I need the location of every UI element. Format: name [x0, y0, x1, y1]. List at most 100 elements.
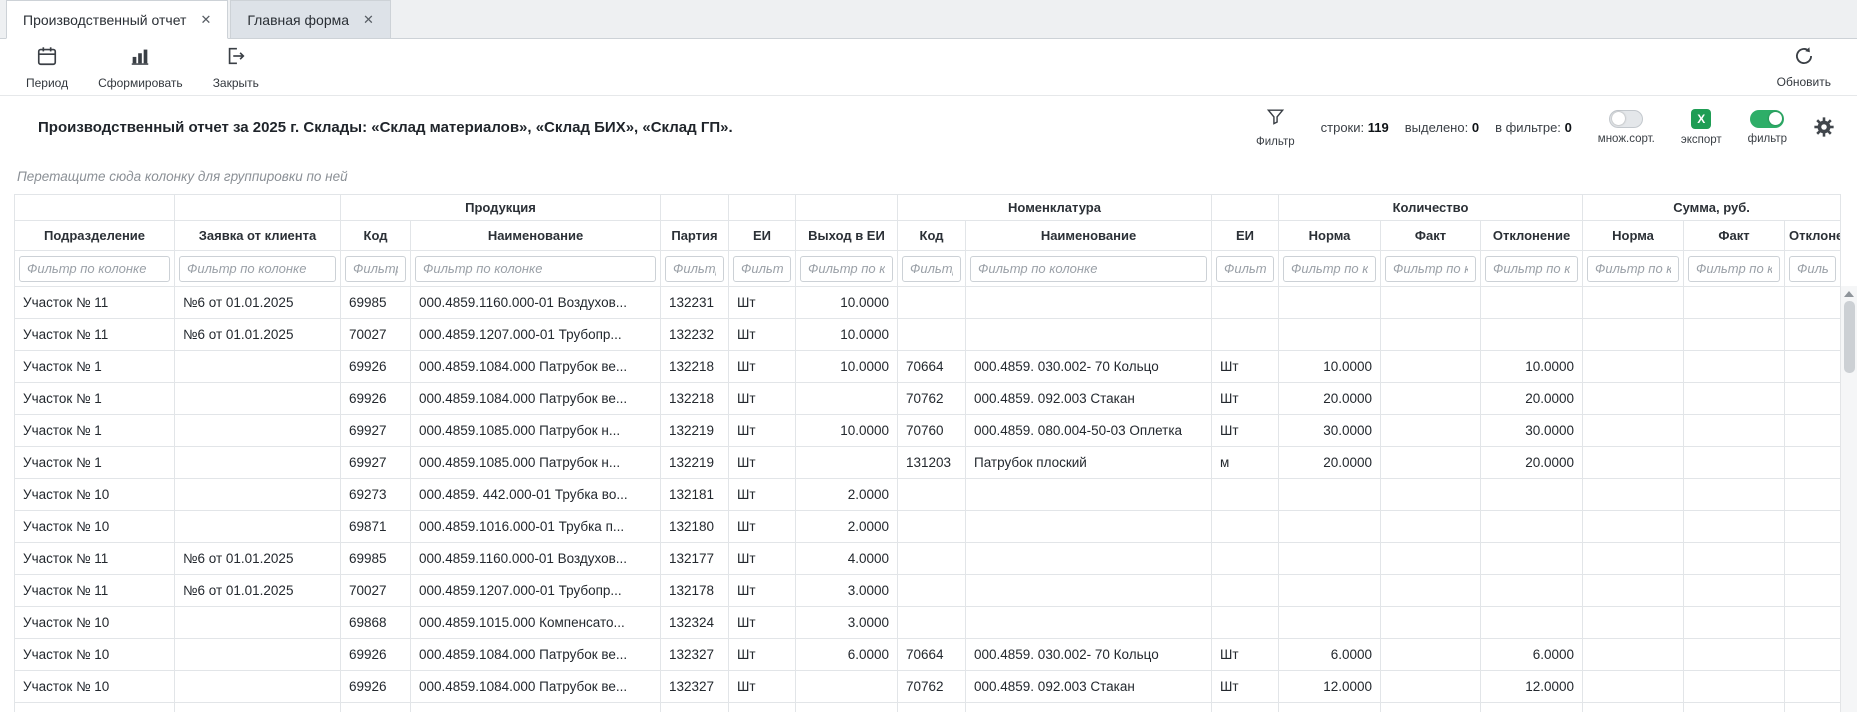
column-header[interactable]: Норма — [1279, 221, 1381, 251]
cell[interactable]: 000.4859.1016.000-01 Трубка п... — [411, 511, 661, 543]
table-row[interactable]: Участок № 1069926000.4859.1084.000 Патру… — [15, 671, 1841, 703]
cell[interactable]: 132177 — [661, 543, 729, 575]
cell[interactable]: 12.0000 — [1481, 671, 1583, 703]
cell[interactable] — [175, 383, 341, 415]
column-filter-input[interactable] — [1385, 256, 1476, 282]
table-row[interactable]: Участок № 11№6 от 01.01.202570027000.485… — [15, 575, 1841, 607]
cell[interactable]: 69871 — [341, 511, 411, 543]
cell[interactable]: Шт — [1212, 351, 1279, 383]
cell[interactable]: 69273 — [341, 479, 411, 511]
cell[interactable] — [1684, 479, 1785, 511]
column-filter-input[interactable] — [179, 256, 336, 282]
cell[interactable] — [1684, 511, 1785, 543]
cell[interactable]: Шт — [1212, 671, 1279, 703]
cell[interactable] — [1785, 639, 1841, 671]
cell[interactable] — [1684, 639, 1785, 671]
scroll-up-arrow-icon[interactable] — [1844, 291, 1854, 297]
cell[interactable] — [1381, 607, 1481, 639]
cell[interactable]: 000.4859.1085.000 Патрубок н... — [411, 703, 661, 712]
table-row[interactable]: Участок № 1069926000.4859.1084.000 Патру… — [15, 639, 1841, 671]
cell[interactable] — [898, 575, 966, 607]
cell[interactable]: 000.4859.1084.000 Патрубок ве... — [411, 639, 661, 671]
cell[interactable]: 000.4859. 080.004-50-03 Оплетка — [966, 703, 1212, 712]
band-header[interactable]: Номенклатура — [898, 195, 1212, 221]
column-filter-input[interactable] — [415, 256, 656, 282]
cell[interactable]: 10.0000 — [796, 319, 898, 351]
cell[interactable] — [1785, 703, 1841, 712]
cell[interactable]: Шт — [729, 383, 796, 415]
column-header[interactable]: Выход в ЕИ — [796, 221, 898, 251]
cell[interactable]: Участок № 10 — [15, 511, 175, 543]
band-header[interactable]: Продукция — [341, 195, 661, 221]
cell[interactable] — [1381, 575, 1481, 607]
filter-toggle[interactable]: фильтр — [1748, 110, 1787, 145]
cell[interactable] — [1785, 511, 1841, 543]
settings-gear-icon[interactable] — [1813, 116, 1835, 138]
cell[interactable]: Участок № 11 — [15, 319, 175, 351]
cell[interactable]: 000.4859.1015.000 Компенсато... — [411, 607, 661, 639]
column-filter-input[interactable] — [970, 256, 1207, 282]
cell[interactable] — [1583, 671, 1684, 703]
cell[interactable]: Шт — [729, 607, 796, 639]
cell[interactable]: 132327 — [661, 639, 729, 671]
cell[interactable]: 000.4859.1085.000 Патрубок н... — [411, 447, 661, 479]
cell[interactable]: 000.4859. 442.000-01 Трубка во... — [411, 479, 661, 511]
toggle-on-icon[interactable] — [1750, 110, 1784, 128]
cell[interactable]: 70027 — [341, 319, 411, 351]
cell[interactable] — [1279, 287, 1381, 319]
cell[interactable]: 69927 — [341, 415, 411, 447]
tab-close-icon[interactable]: ✕ — [200, 12, 211, 28]
cell[interactable] — [1785, 319, 1841, 351]
cell[interactable] — [1381, 319, 1481, 351]
cell[interactable] — [1583, 703, 1684, 712]
cell[interactable]: 000.4859. 030.002- 70 Кольцо — [966, 351, 1212, 383]
cell[interactable] — [1684, 543, 1785, 575]
cell[interactable] — [1684, 607, 1785, 639]
cell[interactable]: 20.0000 — [1481, 383, 1583, 415]
cell[interactable]: Шт — [729, 703, 796, 712]
cell[interactable] — [1212, 479, 1279, 511]
table-row[interactable]: Участок № 169926000.4859.1084.000 Патруб… — [15, 383, 1841, 415]
table-row[interactable]: Участок № 11№6 от 01.01.202569985000.485… — [15, 287, 1841, 319]
cell[interactable]: 132218 — [661, 351, 729, 383]
cell[interactable]: Шт — [729, 479, 796, 511]
cell[interactable] — [796, 383, 898, 415]
cell[interactable] — [1785, 671, 1841, 703]
toggle-off-icon[interactable] — [1609, 110, 1643, 128]
cell[interactable]: 20.0000 — [1279, 447, 1381, 479]
cell[interactable] — [1785, 351, 1841, 383]
column-header[interactable]: Партия — [661, 221, 729, 251]
cell[interactable] — [1583, 607, 1684, 639]
cell[interactable] — [1381, 287, 1481, 319]
cell[interactable] — [1481, 575, 1583, 607]
cell[interactable]: 69868 — [341, 607, 411, 639]
column-header[interactable]: Код — [898, 221, 966, 251]
cell[interactable]: Участок № 1 — [15, 383, 175, 415]
cell[interactable] — [1381, 639, 1481, 671]
cell[interactable] — [1481, 543, 1583, 575]
tab-production-report[interactable]: Производственный отчет ✕ — [6, 0, 228, 39]
cell[interactable] — [1481, 319, 1583, 351]
cell[interactable] — [1381, 351, 1481, 383]
cell[interactable] — [796, 447, 898, 479]
column-header[interactable]: ЕИ — [729, 221, 796, 251]
cell[interactable]: 69985 — [341, 287, 411, 319]
cell[interactable] — [1381, 479, 1481, 511]
cell[interactable] — [175, 447, 341, 479]
cell[interactable]: Участок № 1 — [15, 415, 175, 447]
cell[interactable]: 000.4859.1160.000-01 Воздухов... — [411, 287, 661, 319]
cell[interactable] — [1684, 671, 1785, 703]
cell[interactable] — [1785, 447, 1841, 479]
cell[interactable] — [1481, 287, 1583, 319]
cell[interactable] — [175, 703, 341, 712]
cell[interactable] — [966, 479, 1212, 511]
cell[interactable]: Участок № 10 — [15, 479, 175, 511]
cell[interactable] — [175, 415, 341, 447]
column-filter-input[interactable] — [800, 256, 893, 282]
cell[interactable]: 000.4859.1207.000-01 Трубопр... — [411, 319, 661, 351]
column-filter-input[interactable] — [1485, 256, 1578, 282]
cell[interactable]: 10.0000 — [796, 415, 898, 447]
cell[interactable] — [1279, 543, 1381, 575]
cell[interactable]: 132219 — [661, 447, 729, 479]
cell[interactable]: 10.0000 — [1481, 351, 1583, 383]
